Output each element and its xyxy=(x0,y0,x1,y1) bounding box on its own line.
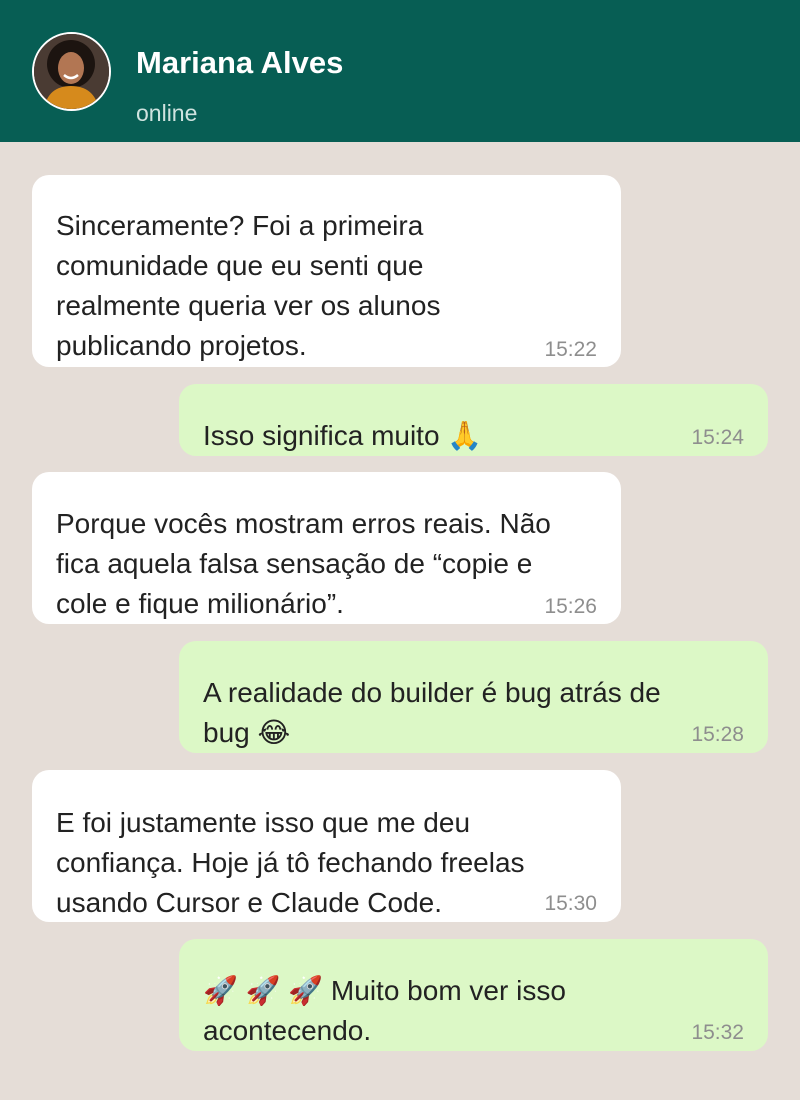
message-bubble-incoming[interactable]: Sinceramente? Foi a primeira comunidade … xyxy=(32,175,621,367)
message-bubble-incoming[interactable]: E foi justamente isso que me deu confian… xyxy=(32,770,621,922)
message-text: Porque vocês mostram erros reais. Não fi… xyxy=(56,508,551,619)
message-bubble-outgoing[interactable]: 🚀 🚀 🚀 Muito bom ver isso acontecendo. 15… xyxy=(179,939,768,1051)
message-time: 15:26 xyxy=(544,595,597,618)
message-bubble-outgoing[interactable]: Isso significa muito 🙏 15:24 xyxy=(179,384,768,456)
message-text: Sinceramente? Foi a primeira comunidade … xyxy=(56,210,441,361)
contact-status: online xyxy=(136,100,198,126)
chat-header: Mariana Alves online xyxy=(0,0,800,142)
avatar[interactable] xyxy=(32,32,111,111)
message-bubble-outgoing[interactable]: A realidade do builder é bug atrás de bu… xyxy=(179,641,768,753)
contact-name[interactable]: Mariana Alves xyxy=(136,45,343,81)
message-time: 15:22 xyxy=(544,338,597,361)
message-text: E foi justamente isso que me deu confian… xyxy=(56,807,525,918)
avatar-image xyxy=(34,34,109,109)
message-text: 🚀 🚀 🚀 Muito bom ver isso acontecendo. xyxy=(203,975,566,1046)
message-text: Isso significa muito 🙏 xyxy=(203,420,483,451)
message-time: 15:24 xyxy=(691,426,744,449)
message-time: 15:28 xyxy=(691,723,744,746)
message-bubble-incoming[interactable]: Porque vocês mostram erros reais. Não fi… xyxy=(32,472,621,624)
message-text: A realidade do builder é bug atrás de bu… xyxy=(203,677,661,748)
message-time: 15:32 xyxy=(691,1021,744,1044)
message-time: 15:30 xyxy=(544,892,597,915)
